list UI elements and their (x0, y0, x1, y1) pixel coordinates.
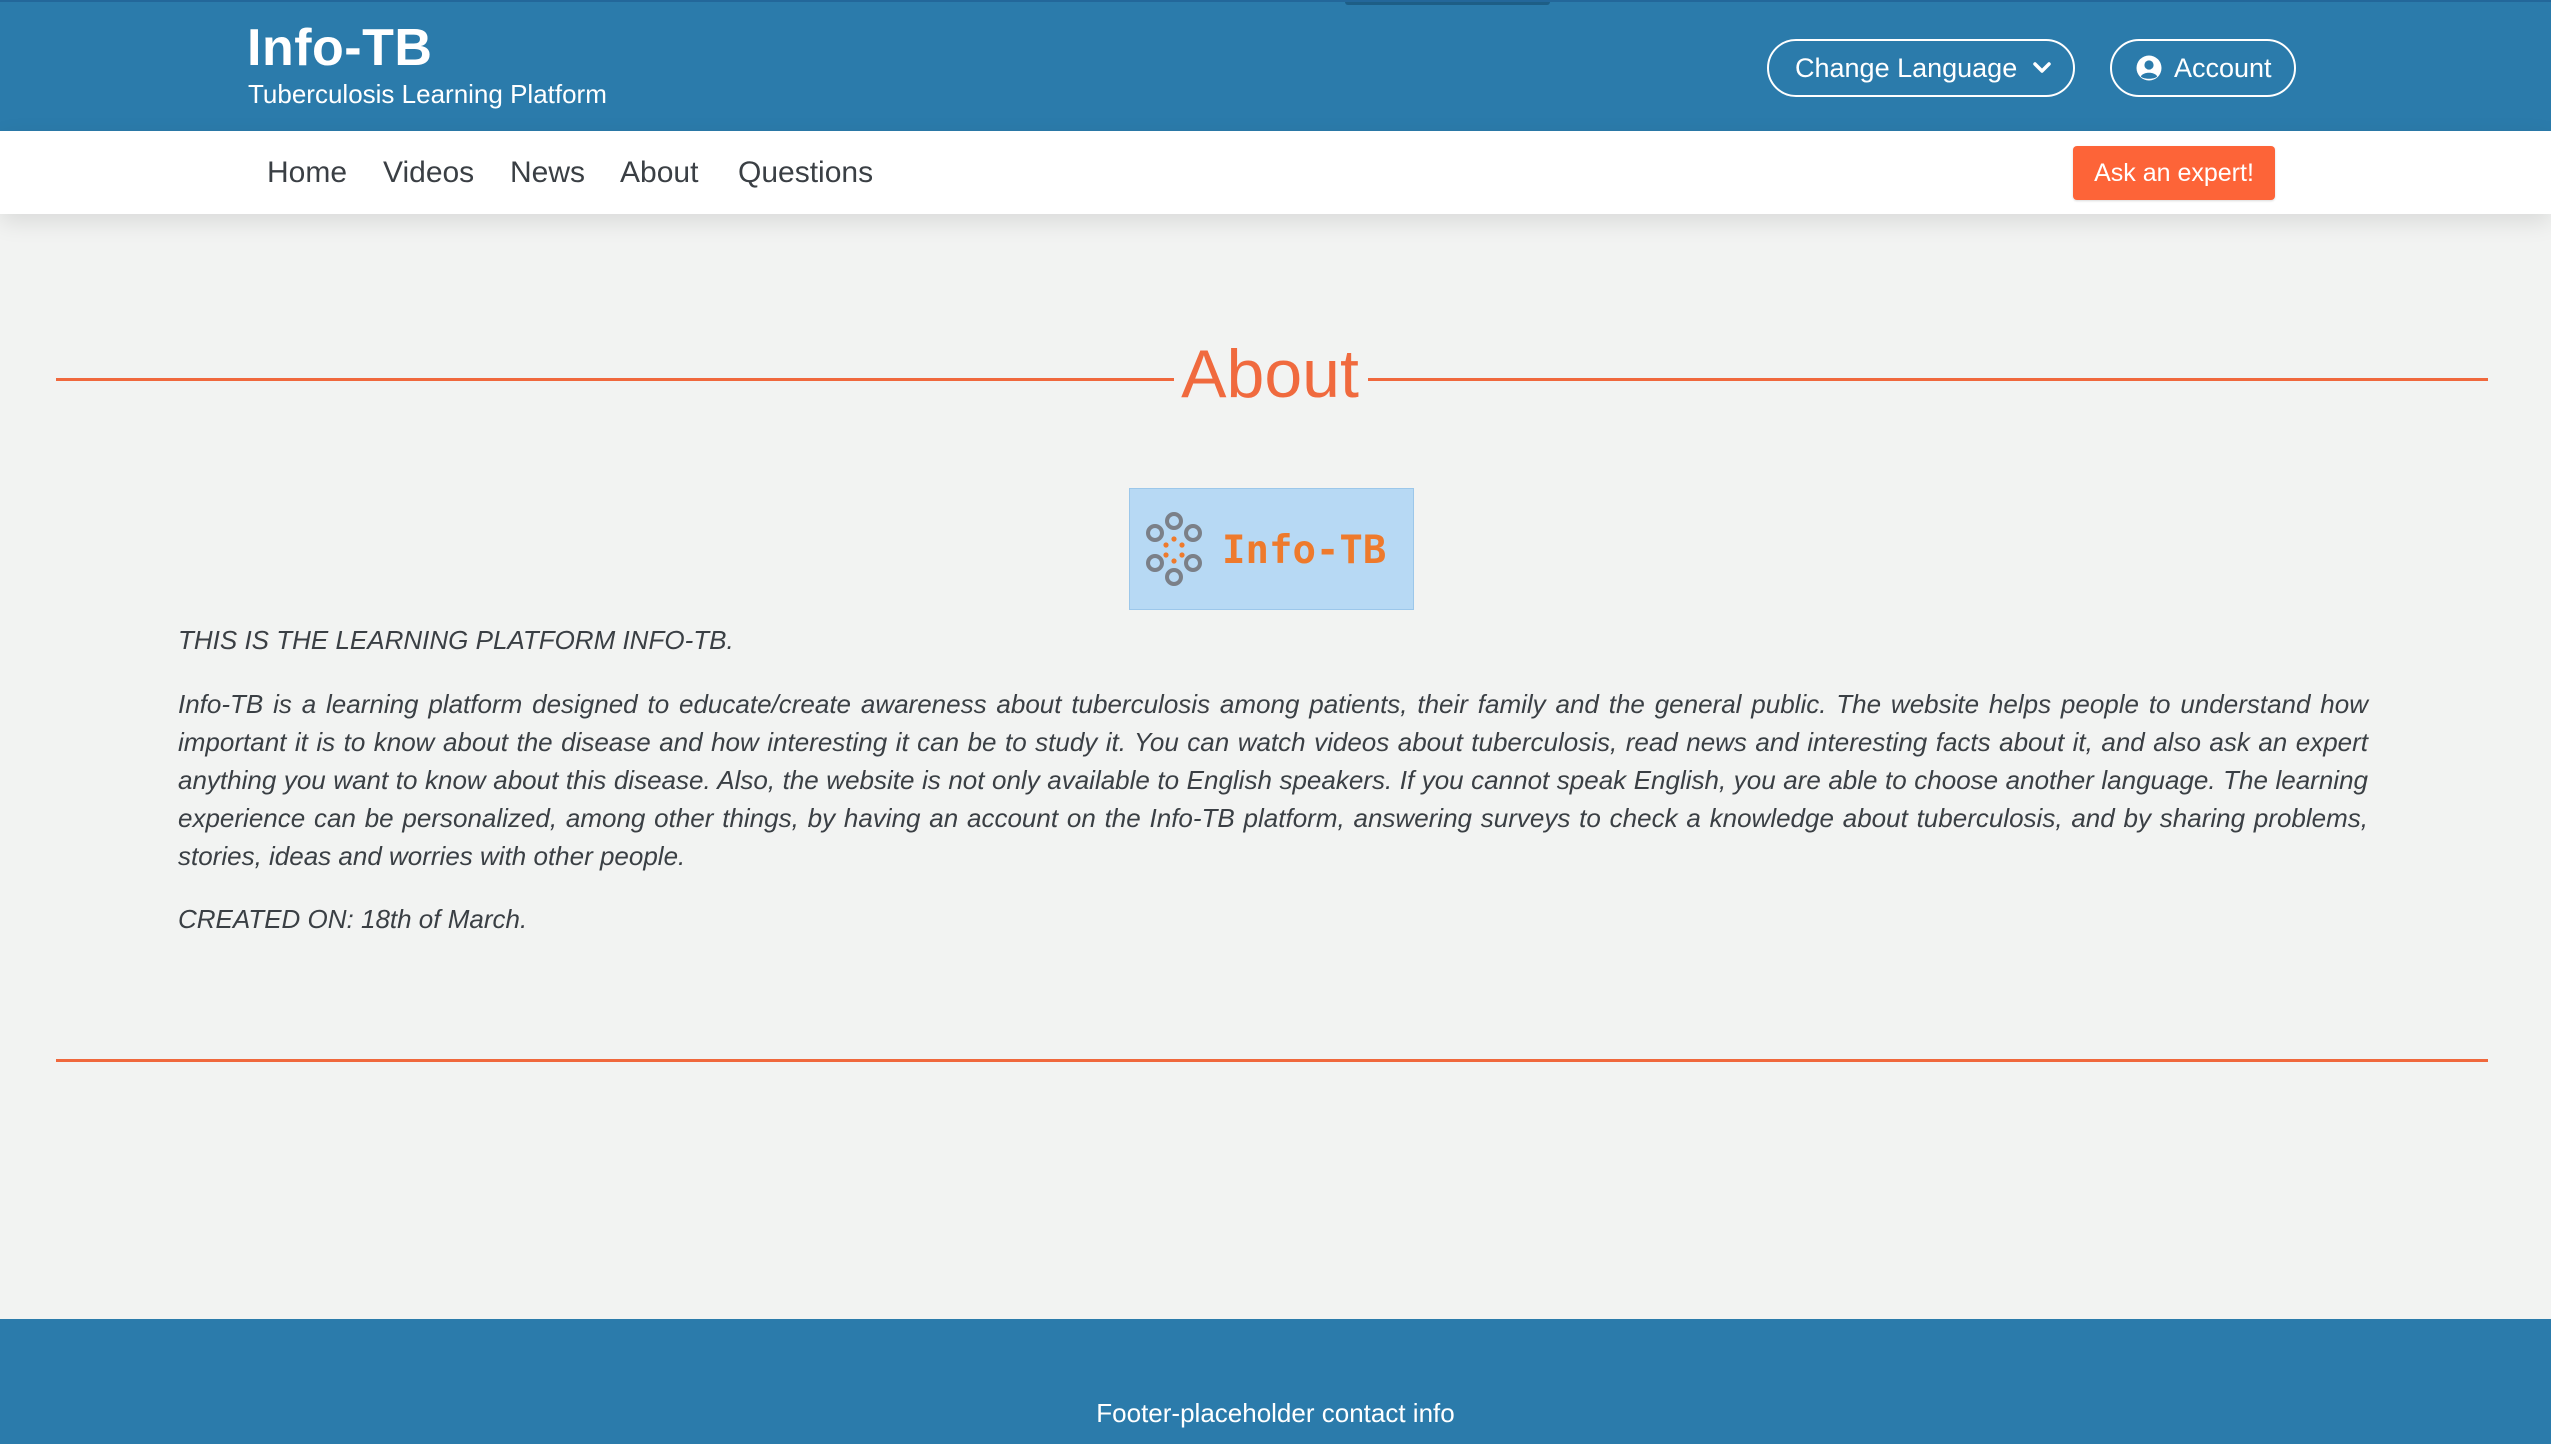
nav-item-videos[interactable]: Videos (383, 155, 474, 191)
about-body-text: Info-TB is a learning platform designed … (178, 689, 2368, 871)
nav-item-about[interactable]: About (620, 155, 698, 191)
site-subtitle: Tuberculosis Learning Platform (248, 79, 607, 109)
nav-item-news[interactable]: News (510, 155, 585, 191)
section-divider-right (1368, 378, 2488, 381)
about-heading: THIS IS THE LEARNING PLATFORM INFO-TB. (178, 625, 734, 655)
logo-text: Info-TB (1222, 528, 1386, 573)
chevron-down-icon (2033, 62, 2051, 74)
ask-expert-button[interactable]: Ask an expert! (2073, 146, 2275, 200)
browser-tab-sliver (1345, 2, 1550, 5)
change-language-label: Change Language (1795, 52, 2018, 83)
change-language-button[interactable]: Change Language (1767, 39, 2075, 97)
section-divider-bottom (56, 1059, 2488, 1062)
account-label: Account (2174, 52, 2272, 83)
created-date: CREATED ON: 18th of March. (178, 904, 528, 934)
footer-contact-info: Footer-placeholder contact info (1096, 1398, 1455, 1428)
nav-item-questions[interactable]: Questions (738, 155, 873, 191)
user-circle-icon (2136, 55, 2162, 81)
top-header: Info-TB Tuberculosis Learning Platform C… (0, 0, 2551, 131)
info-tb-logo: Info-TB (1129, 488, 1414, 610)
nav-item-home[interactable]: Home (267, 155, 347, 191)
site-title[interactable]: Info-TB (247, 18, 432, 78)
section-divider-left (56, 378, 1174, 381)
section-title: About (1181, 336, 1359, 412)
account-button[interactable]: Account (2110, 39, 2296, 97)
